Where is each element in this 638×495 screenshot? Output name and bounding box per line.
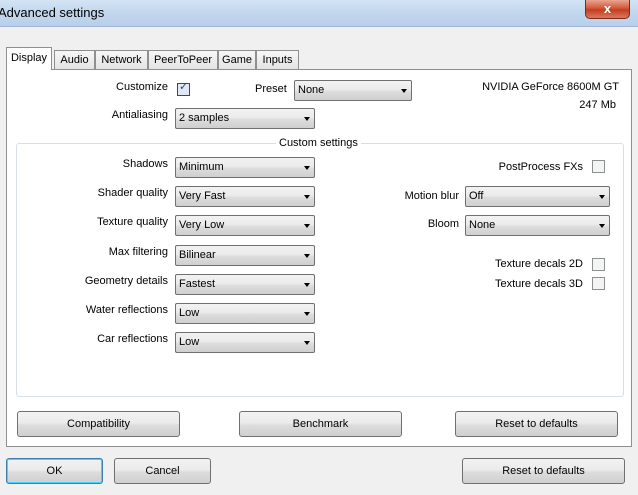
- tab-network[interactable]: Network: [95, 50, 148, 69]
- max-filtering-select[interactable]: Bilinear: [175, 245, 315, 266]
- geometry-details-select[interactable]: Fastest: [175, 274, 315, 295]
- ok-button[interactable]: OK: [6, 458, 103, 484]
- panel-reset-defaults-button[interactable]: Reset to defaults: [455, 411, 618, 437]
- preset-value: None: [298, 84, 325, 96]
- bloom-select[interactable]: None: [465, 215, 610, 236]
- tab-label: Network: [101, 54, 142, 66]
- tab-label: Display: [10, 52, 48, 64]
- tab-inputs[interactable]: Inputs: [256, 50, 299, 69]
- chevron-down-icon: [304, 117, 310, 121]
- chevron-down-icon: [304, 283, 310, 287]
- tab-label: Inputs: [262, 54, 293, 66]
- gpu-memory: 247 Mb: [579, 99, 616, 111]
- chevron-down-icon: [599, 224, 605, 228]
- chevron-down-icon: [304, 195, 310, 199]
- tab-label: PeerToPeer: [153, 54, 213, 66]
- customize-checkbox[interactable]: ✓: [177, 81, 190, 96]
- close-icon: x: [603, 1, 612, 16]
- custom-settings-group: [16, 143, 624, 397]
- bloom-value: None: [469, 219, 496, 231]
- antialiasing-value: 2 samples: [179, 112, 230, 124]
- geometry-details-label: Geometry details: [84, 275, 168, 287]
- tab-game[interactable]: Game: [218, 50, 256, 69]
- antialiasing-select[interactable]: 2 samples: [175, 108, 315, 129]
- shadows-select[interactable]: Minimum: [175, 157, 315, 178]
- compatibility-button[interactable]: Compatibility: [17, 411, 180, 437]
- car-reflections-value: Low: [179, 336, 200, 348]
- tab-peertopeer[interactable]: PeerToPeer: [148, 50, 218, 69]
- texture-decals-3d-checkbox[interactable]: [592, 277, 605, 290]
- motion-blur-value: Off: [469, 190, 484, 202]
- texture-decals-2d-label: Texture decals 2D: [494, 258, 583, 270]
- max-filtering-value: Bilinear: [179, 249, 216, 261]
- chevron-down-icon: [304, 224, 310, 228]
- group-title: Custom settings: [276, 137, 361, 149]
- water-reflections-select[interactable]: Low: [175, 303, 315, 324]
- tab-display[interactable]: Display: [6, 47, 52, 70]
- bloom-label: Bloom: [427, 218, 459, 230]
- chevron-down-icon: [599, 195, 605, 199]
- preset-label: Preset: [255, 83, 287, 95]
- tab-audio[interactable]: Audio: [54, 50, 95, 69]
- benchmark-button[interactable]: Benchmark: [239, 411, 402, 437]
- shadows-value: Minimum: [179, 161, 224, 173]
- preset-select[interactable]: None: [294, 80, 412, 101]
- antialiasing-label: Antialiasing: [111, 109, 168, 121]
- postprocess-checkbox[interactable]: [592, 160, 605, 173]
- shader-quality-value: Very Fast: [179, 190, 226, 202]
- chevron-down-icon: [304, 254, 310, 258]
- chevron-down-icon: [304, 166, 310, 170]
- shader-quality-select[interactable]: Very Fast: [175, 186, 315, 207]
- texture-decals-2d-checkbox[interactable]: [592, 258, 605, 271]
- postprocess-label: PostProcess FXs: [498, 161, 583, 173]
- texture-decals-3d-label: Texture decals 3D: [494, 278, 583, 290]
- window-title: Advanced settings: [0, 5, 105, 20]
- customize-label: Customize: [116, 81, 168, 93]
- close-button[interactable]: x: [585, 0, 630, 19]
- tab-label: Audio: [60, 54, 89, 66]
- geometry-details-value: Fastest: [179, 278, 216, 290]
- water-reflections-label: Water reflections: [85, 304, 168, 316]
- shadows-label: Shadows: [122, 158, 168, 170]
- texture-quality-label: Texture quality: [97, 216, 168, 228]
- cancel-button[interactable]: Cancel: [114, 458, 211, 484]
- dialog-reset-defaults-button[interactable]: Reset to defaults: [462, 458, 625, 484]
- chevron-down-icon: [304, 341, 310, 345]
- car-reflections-label: Car reflections: [97, 333, 168, 345]
- motion-blur-select[interactable]: Off: [465, 186, 610, 207]
- shader-quality-label: Shader quality: [97, 187, 168, 199]
- texture-quality-value: Very Low: [179, 219, 225, 231]
- check-icon: ✓: [179, 81, 189, 93]
- chevron-down-icon: [304, 312, 310, 316]
- chevron-down-icon: [401, 89, 407, 93]
- gpu-name: NVIDIA GeForce 8600M GT: [482, 81, 619, 93]
- water-reflections-value: Low: [179, 307, 200, 319]
- motion-blur-label: Motion blur: [404, 190, 459, 202]
- tab-label: Game: [222, 54, 252, 66]
- car-reflections-select[interactable]: Low: [175, 332, 315, 353]
- max-filtering-label: Max filtering: [108, 246, 168, 258]
- texture-quality-select[interactable]: Very Low: [175, 215, 315, 236]
